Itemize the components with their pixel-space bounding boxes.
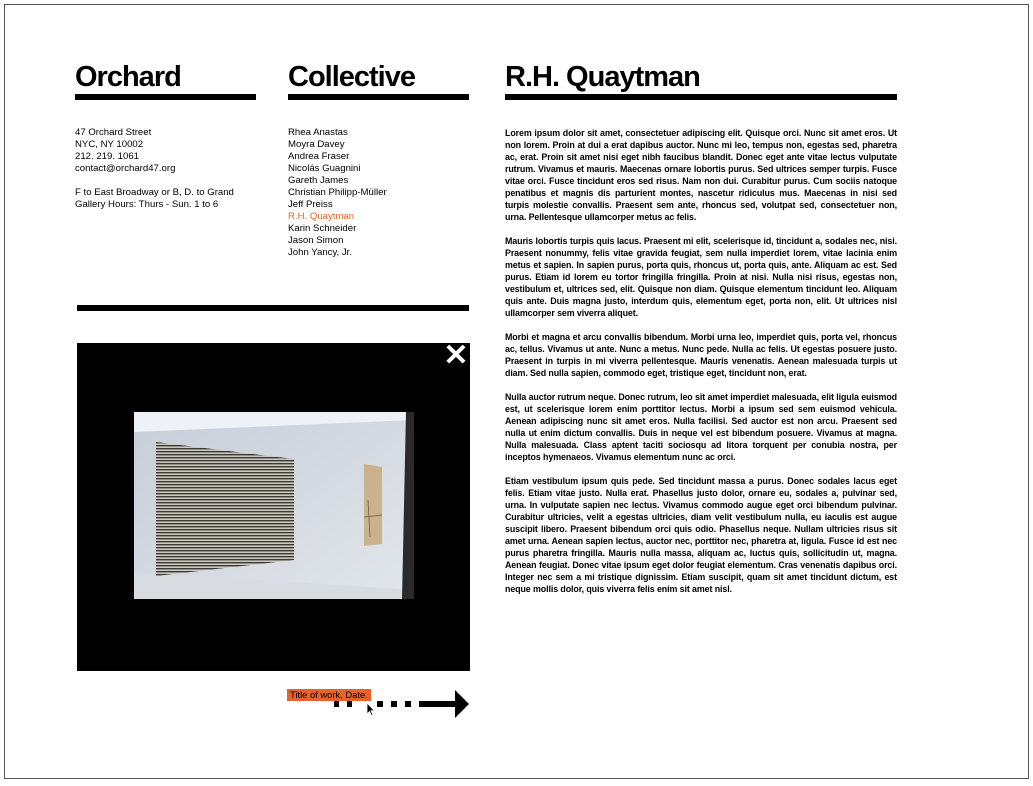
section-divider (77, 305, 469, 311)
artist-link[interactable]: Moyra Davey (288, 139, 469, 151)
collective-heading: Collective (288, 62, 469, 100)
artist-link[interactable]: Gareth James (288, 175, 469, 187)
visit-info: F to East Broadway or B, D. to Grand Gal… (75, 187, 275, 211)
heading-rule (75, 94, 256, 100)
artist-link[interactable]: Andrea Fraser (288, 151, 469, 163)
artist-link[interactable]: Christian Philipp-Müller (288, 187, 469, 199)
heading-rule (505, 94, 897, 100)
gallery-name-heading[interactable]: Orchard (75, 62, 256, 100)
article-paragraph: Morbi et magna et arcu convallis bibendu… (505, 332, 897, 378)
artist-link[interactable]: Karin Schneider (288, 223, 469, 235)
artist-name: R.H. Quaytman (505, 61, 701, 93)
heading-rule (288, 94, 469, 100)
artist-link[interactable]: Rhea Anastas (288, 127, 469, 139)
email-link[interactable]: contact@orchard47.org (75, 163, 275, 175)
street-address: 47 Orchard Street (75, 127, 152, 138)
article-paragraph: Nulla auctor rutrum neque. Donec rutrum,… (505, 392, 897, 462)
artist-list: Rhea Anastas Moyra Davey Andrea Fraser N… (288, 127, 469, 259)
collective-label: Collective (288, 61, 416, 93)
contact-block: 47 Orchard Street NYC, NY 10002 212. 219… (75, 127, 275, 175)
close-viewer-button[interactable]: ✕ (441, 341, 471, 371)
city-address: NYC, NY 10002 (75, 139, 144, 150)
article-paragraph: Etiam vestibulum ipsum quis pede. Sed ti… (505, 476, 897, 594)
artist-link[interactable]: Jason Simon (288, 235, 469, 247)
gallery-name: Orchard (75, 61, 182, 93)
close-icon: ✕ (443, 339, 469, 372)
artist-link[interactable]: John Yancy, Jr. (288, 247, 469, 259)
artist-link-active[interactable]: R.H. Quaytman (288, 211, 469, 223)
artist-heading: R.H. Quaytman (505, 62, 897, 100)
article-paragraph: Lorem ipsum dolor sit amet, consectetuer… (505, 128, 897, 222)
gallery-hours: Gallery Hours: Thurs - Sun. 1 to 6 (75, 199, 219, 210)
article-paragraph: Mauris lobortis turpis quis lacus. Praes… (505, 236, 897, 318)
artist-description: Lorem ipsum dolor sit amet, consectetuer… (505, 127, 897, 607)
next-image-arrow[interactable] (334, 689, 470, 719)
artist-link[interactable]: Jeff Preiss (288, 199, 469, 211)
transit-directions: F to East Broadway or B, D. to Grand (75, 187, 234, 198)
installation-photo (134, 412, 414, 599)
artist-link[interactable]: Nicolás Guagnini (288, 163, 469, 175)
phone-number: 212. 219. 1061 (75, 151, 140, 162)
